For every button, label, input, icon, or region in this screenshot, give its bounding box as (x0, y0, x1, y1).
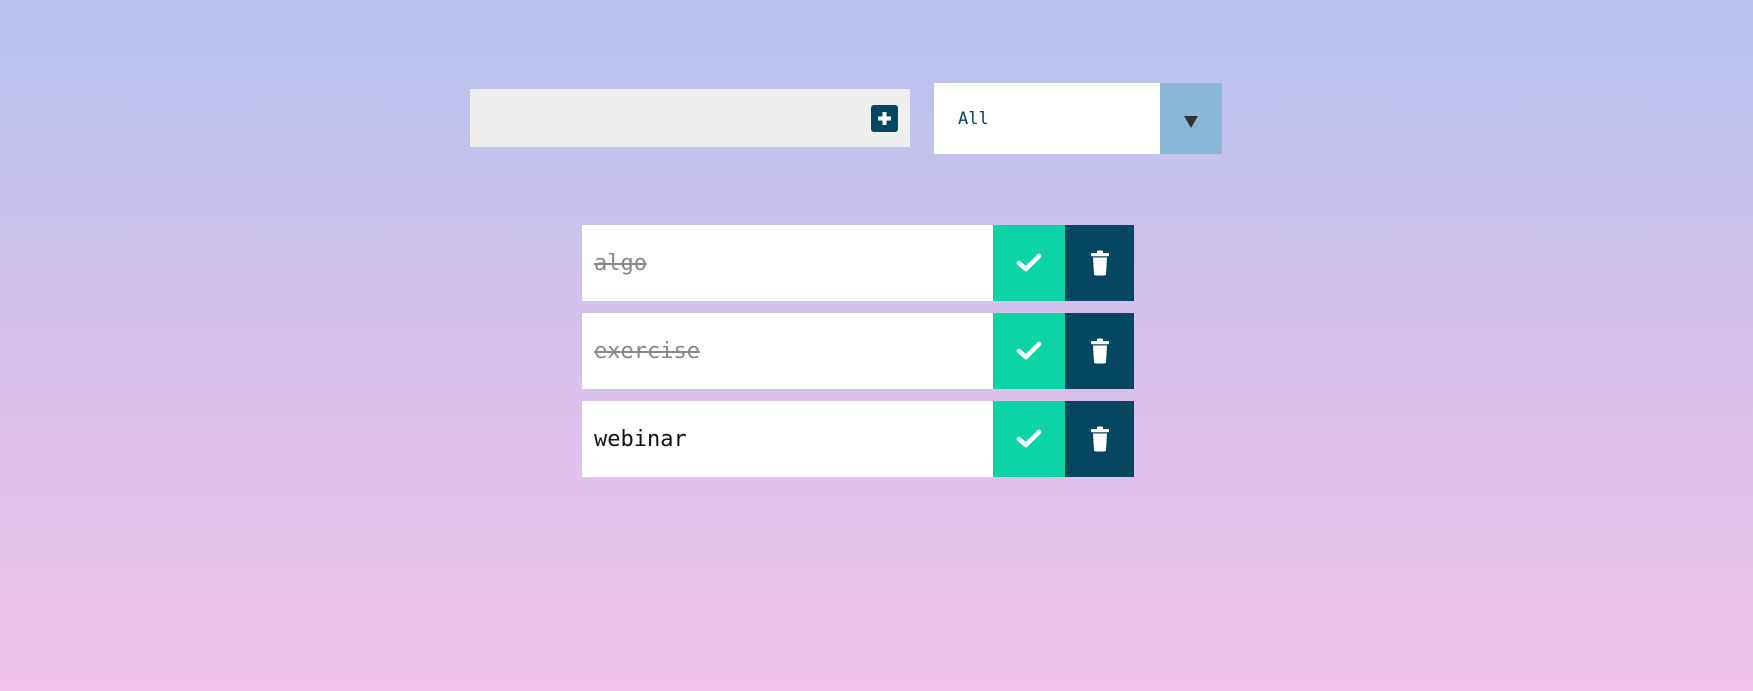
complete-button[interactable] (993, 401, 1065, 477)
check-icon (1016, 341, 1042, 360)
filter-dropdown-toggle[interactable] (1160, 83, 1222, 154)
complete-button[interactable] (993, 225, 1065, 301)
todo-text: algo (594, 250, 647, 276)
trash-button[interactable] (1065, 313, 1134, 389)
todo-item: exercise (582, 313, 1134, 389)
add-todo-button[interactable] (871, 104, 898, 132)
trash-button[interactable] (1065, 225, 1134, 301)
filter-selected-value[interactable]: All (934, 83, 1160, 154)
todo-item: webinar (582, 401, 1134, 477)
todo-input[interactable] (470, 89, 871, 147)
todo-list: algo exercise webinar (582, 225, 1134, 489)
trash-icon (1090, 250, 1109, 276)
todo-item: algo (582, 225, 1134, 301)
complete-button[interactable] (993, 313, 1065, 389)
filter-select[interactable]: All (934, 83, 1222, 154)
check-icon (1016, 429, 1042, 448)
plus-square-icon (878, 111, 891, 125)
todo-add-form (470, 89, 910, 147)
trash-icon (1090, 338, 1109, 364)
todo-text: exercise (594, 338, 700, 364)
check-icon (1016, 253, 1042, 272)
caret-down-icon (1184, 115, 1198, 128)
trash-icon (1090, 426, 1109, 452)
todo-text: webinar (594, 426, 687, 452)
trash-button[interactable] (1065, 401, 1134, 477)
